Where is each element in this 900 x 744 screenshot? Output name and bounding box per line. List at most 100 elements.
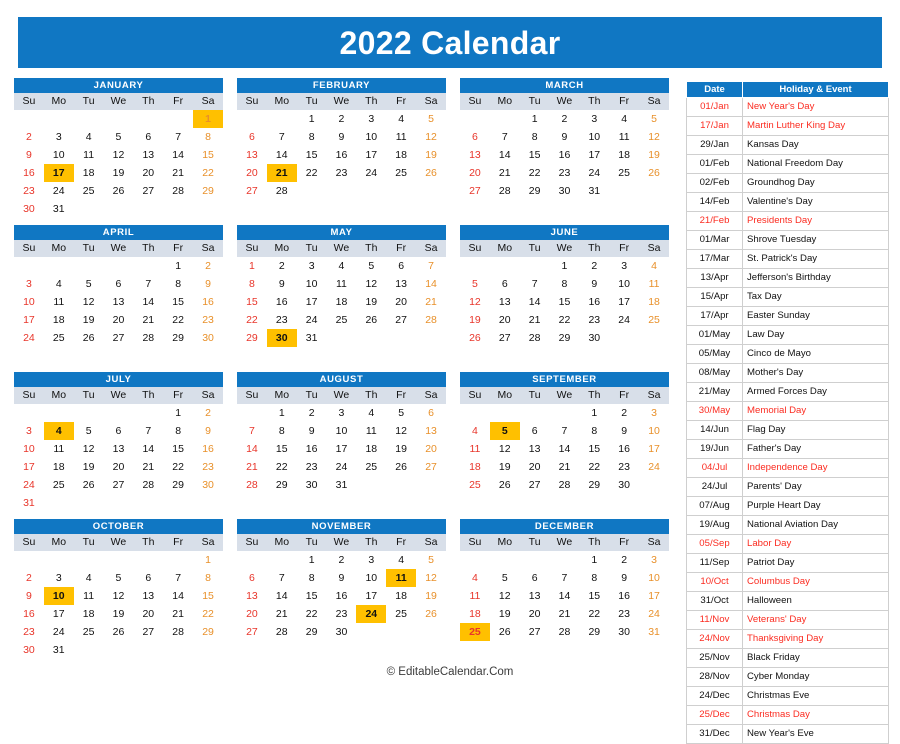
day-cell[interactable]: 14 — [550, 440, 580, 458]
day-cell[interactable]: 22 — [193, 164, 223, 182]
day-cell[interactable]: 29 — [163, 329, 193, 347]
day-cell[interactable]: 27 — [386, 311, 416, 329]
day-cell[interactable]: 6 — [104, 275, 134, 293]
day-cell[interactable]: 4 — [43, 422, 74, 440]
day-cell[interactable]: 5 — [460, 275, 490, 293]
day-cell[interactable]: 4 — [327, 257, 357, 275]
day-cell[interactable]: 25 — [460, 476, 490, 494]
day-cell[interactable]: 25 — [386, 605, 416, 623]
day-cell[interactable]: 3 — [356, 551, 386, 569]
day-cell[interactable]: 28 — [550, 476, 580, 494]
day-cell[interactable]: 10 — [297, 275, 327, 293]
day-cell[interactable]: 3 — [14, 275, 44, 293]
day-cell[interactable]: 24 — [297, 311, 327, 329]
day-cell[interactable]: 18 — [639, 293, 669, 311]
day-cell[interactable]: 5 — [104, 128, 134, 146]
day-cell[interactable]: 23 — [609, 458, 639, 476]
day-cell[interactable]: 1 — [163, 257, 193, 275]
day-cell[interactable]: 11 — [386, 569, 417, 587]
day-cell[interactable]: 12 — [74, 440, 104, 458]
day-cell[interactable]: 27 — [237, 182, 267, 200]
day-cell[interactable]: 20 — [133, 164, 163, 182]
day-cell[interactable]: 30 — [550, 182, 580, 200]
day-cell[interactable]: 16 — [609, 440, 639, 458]
day-cell[interactable]: 14 — [133, 440, 163, 458]
day-cell[interactable]: 24 — [639, 605, 669, 623]
day-cell[interactable]: 9 — [327, 569, 357, 587]
day-cell[interactable]: 7 — [163, 569, 193, 587]
day-cell[interactable]: 30 — [579, 329, 609, 347]
day-cell[interactable]: 2 — [14, 128, 44, 146]
day-cell[interactable]: 30 — [14, 641, 44, 659]
day-cell[interactable]: 24 — [356, 164, 386, 182]
table-row[interactable]: 15/Apr Tax Day — [686, 287, 889, 307]
day-cell[interactable]: 25 — [327, 311, 357, 329]
table-row[interactable]: 21/May Armed Forces Day — [686, 382, 889, 402]
day-cell[interactable]: 30 — [327, 623, 357, 641]
day-cell[interactable]: 29 — [579, 623, 609, 641]
table-row[interactable]: 01/Jan New Year's Day — [686, 97, 889, 117]
day-cell[interactable]: 17 — [327, 440, 357, 458]
day-cell[interactable]: 23 — [14, 182, 44, 200]
day-cell[interactable]: 4 — [609, 110, 639, 128]
table-row[interactable]: 14/Jun Flag Day — [686, 420, 889, 440]
day-cell[interactable]: 29 — [267, 476, 297, 494]
table-row[interactable]: 19/Aug National Aviation Day — [686, 515, 889, 535]
day-cell[interactable]: 5 — [416, 551, 446, 569]
day-cell[interactable]: 5 — [104, 569, 134, 587]
day-cell[interactable]: 17 — [639, 440, 669, 458]
day-cell[interactable]: 11 — [44, 293, 74, 311]
day-cell[interactable]: 2 — [579, 257, 609, 275]
day-cell[interactable]: 10 — [356, 569, 386, 587]
day-cell[interactable]: 10 — [43, 587, 74, 605]
table-row[interactable]: 01/Feb National Freedom Day — [686, 154, 889, 174]
table-row[interactable]: 07/Aug Purple Heart Day — [686, 496, 889, 516]
day-cell[interactable]: 23 — [609, 605, 639, 623]
day-cell[interactable]: 4 — [356, 404, 386, 422]
day-cell[interactable]: 18 — [74, 605, 104, 623]
day-cell[interactable]: 30 — [609, 623, 639, 641]
day-cell[interactable]: 6 — [104, 422, 134, 440]
day-cell[interactable]: 24 — [356, 605, 387, 623]
day-cell[interactable]: 14 — [267, 146, 297, 164]
table-row[interactable]: 10/Oct Columbus Day — [686, 572, 889, 592]
day-cell[interactable]: 31 — [297, 329, 327, 347]
day-cell[interactable]: 21 — [550, 458, 580, 476]
table-row[interactable]: 05/Sep Labor Day — [686, 534, 889, 554]
day-cell[interactable]: 9 — [297, 422, 327, 440]
day-cell[interactable]: 10 — [14, 293, 44, 311]
day-cell[interactable]: 25 — [639, 311, 669, 329]
day-cell[interactable]: 18 — [44, 311, 74, 329]
day-cell[interactable]: 27 — [133, 182, 163, 200]
day-cell[interactable]: 6 — [520, 569, 550, 587]
day-cell[interactable]: 20 — [104, 458, 134, 476]
day-cell[interactable]: 26 — [386, 458, 416, 476]
day-cell[interactable]: 28 — [163, 182, 193, 200]
day-cell[interactable]: 23 — [193, 458, 223, 476]
day-cell[interactable]: 21 — [267, 605, 297, 623]
day-cell[interactable]: 28 — [267, 623, 297, 641]
day-cell[interactable]: 19 — [386, 440, 416, 458]
day-cell[interactable]: 16 — [579, 293, 609, 311]
day-cell[interactable]: 15 — [237, 293, 267, 311]
day-cell[interactable]: 14 — [490, 146, 520, 164]
day-cell[interactable]: 15 — [193, 146, 223, 164]
day-cell[interactable]: 31 — [639, 623, 669, 641]
day-cell[interactable]: 11 — [609, 128, 639, 146]
day-cell[interactable]: 1 — [237, 257, 267, 275]
day-cell[interactable]: 16 — [14, 605, 44, 623]
day-cell[interactable]: 4 — [639, 257, 669, 275]
day-cell[interactable]: 25 — [386, 164, 416, 182]
table-row[interactable]: 25/Nov Black Friday — [686, 648, 889, 668]
day-cell[interactable]: 10 — [579, 128, 609, 146]
day-cell[interactable]: 26 — [490, 623, 520, 641]
day-cell[interactable]: 24 — [14, 476, 44, 494]
table-row[interactable]: 24/Jul Parents' Day — [686, 477, 889, 497]
table-row[interactable]: 01/Mar Shrove Tuesday — [686, 230, 889, 250]
day-cell[interactable]: 20 — [460, 164, 490, 182]
day-cell[interactable]: 21 — [133, 458, 163, 476]
day-cell[interactable]: 13 — [416, 422, 446, 440]
day-cell[interactable]: 4 — [460, 422, 490, 440]
day-cell[interactable]: 10 — [356, 128, 386, 146]
day-cell[interactable]: 1 — [520, 110, 550, 128]
